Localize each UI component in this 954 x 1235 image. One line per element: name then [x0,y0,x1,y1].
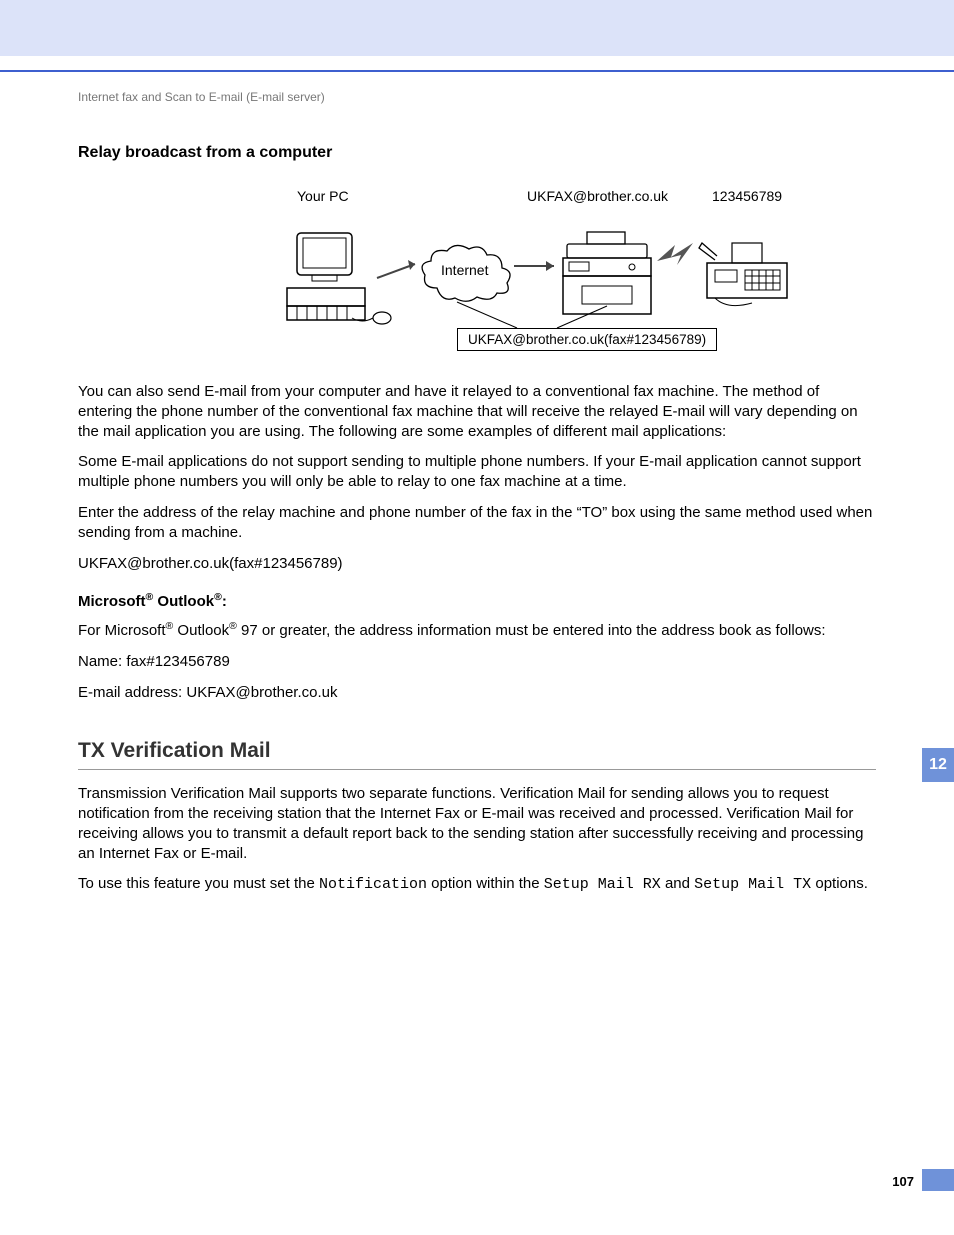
page-number: 107 [892,1174,914,1189]
page-number-accent [922,1169,954,1191]
example-address: UKFAX@brother.co.uk(fax#123456789) [78,554,876,574]
text: To use this feature you must set the [78,875,319,892]
subheading-relay: Relay broadcast from a computer [78,144,876,162]
registered-icon: ® [214,591,222,603]
paragraph: You can also send E-mail from your compu… [78,382,876,441]
paragraph: For Microsoft® Outlook® 97 or greater, t… [78,620,876,641]
top-banner [0,0,954,56]
outlook-name-line: Name: fax#123456789 [78,652,876,672]
page-content: Internet fax and Scan to E-mail (E-mail … [0,72,954,895]
relay-diagram: Your PC UKFAX@brother.co.uk 123456789 [157,188,797,358]
fax-icon [697,238,792,313]
label-your-pc: Your PC [297,188,349,204]
registered-icon: ® [229,620,237,632]
paragraph: Enter the address of the relay machine a… [78,503,876,543]
text: option within the [427,875,544,892]
code-text: Notification [319,876,427,893]
code-text: Setup Mail RX [544,876,661,893]
breadcrumb-header: Internet fax and Scan to E-mail (E-mail … [78,90,876,104]
section-rule [78,769,876,771]
label-fax-number: 123456789 [712,188,782,204]
combined-address-box: UKFAX@brother.co.uk(fax#123456789) [457,328,717,351]
text: options. [811,875,868,892]
chapter-tab: 12 [922,748,954,782]
outlook-email-line: E-mail address: UKFAX@brother.co.uk [78,683,876,703]
text: Microsoft [78,593,146,610]
code-text: Setup Mail TX [694,876,811,893]
paragraph: To use this feature you must set the Not… [78,874,876,895]
text: : [222,593,227,610]
text: Outlook [173,622,229,639]
paragraph: Transmission Verification Mail supports … [78,784,876,863]
text: For Microsoft [78,622,166,639]
label-email: UKFAX@brother.co.uk [527,188,668,204]
text: and [661,875,694,892]
paragraph: Some E-mail applications do not support … [78,452,876,492]
label-internet: Internet [441,262,488,278]
subheading-outlook: Microsoft® Outlook®: [78,591,876,610]
text: Outlook [153,593,214,610]
text: 97 or greater, the address information m… [237,622,826,639]
section-heading-tx: TX Verification Mail [78,739,876,763]
